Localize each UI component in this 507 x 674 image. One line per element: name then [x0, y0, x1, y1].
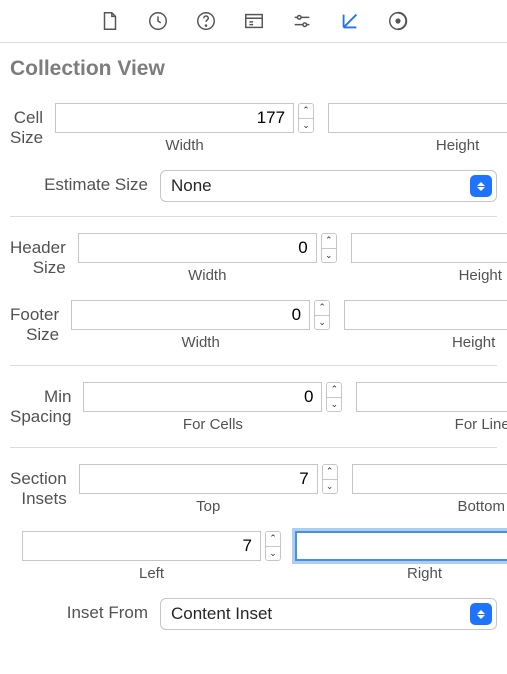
inspector-tabs	[0, 0, 507, 43]
header-width-input[interactable]	[78, 233, 317, 263]
estimate-size-label: Estimate Size	[10, 170, 160, 195]
cell-width-field: ⌃⌄	[55, 103, 314, 133]
tab-connections-icon[interactable]	[385, 8, 411, 34]
estimate-size-popup[interactable]: None	[160, 170, 497, 202]
row-section-insets-lr: ⌃⌄ Left ⌃⌄ Right	[10, 515, 497, 582]
chevron-up-down-icon	[470, 603, 492, 625]
min-spacing-label: Min Spacing	[10, 382, 83, 427]
cell-width-stepper[interactable]: ⌃⌄	[298, 103, 314, 133]
inset-left-input[interactable]	[22, 531, 261, 561]
cell-size-label: Cell Size	[10, 103, 55, 148]
tab-identity-icon[interactable]	[241, 8, 267, 34]
inset-bottom-sublabel: Bottom	[457, 498, 505, 515]
header-height-sublabel: Height	[459, 267, 502, 284]
header-width-sublabel: Width	[188, 267, 226, 284]
inset-top-sublabel: Top	[196, 498, 220, 515]
inset-right-sublabel: Right	[407, 565, 442, 582]
inset-left-sublabel: Left	[139, 565, 164, 582]
min-spacing-cells-stepper[interactable]: ⌃⌄	[326, 382, 342, 412]
min-spacing-lines-input[interactable]	[356, 382, 507, 412]
footer-width-sublabel: Width	[181, 334, 219, 351]
row-estimate-size: Estimate Size None	[10, 154, 497, 202]
footer-height-input[interactable]	[344, 300, 507, 330]
section-title: Collection View	[0, 43, 507, 87]
tab-size-icon[interactable]	[337, 8, 363, 34]
header-height-input[interactable]	[351, 233, 507, 263]
cell-height-sublabel: Height	[436, 137, 479, 154]
inset-top-stepper[interactable]: ⌃⌄	[322, 464, 338, 494]
cell-height-input[interactable]	[328, 103, 507, 133]
min-spacing-cells-sublabel: For Cells	[183, 416, 243, 433]
tab-attributes-icon[interactable]	[289, 8, 315, 34]
cell-width-sublabel: Width	[165, 137, 203, 154]
row-cell-size: Cell Size ⌃⌄ Width ⌃⌄ Height	[10, 87, 497, 154]
collection-view-panel: Cell Size ⌃⌄ Width ⌃⌄ Height Estimate Si…	[0, 87, 507, 630]
min-spacing-cells-input[interactable]	[83, 382, 322, 412]
estimate-size-value: None	[161, 176, 470, 196]
row-inset-from: Inset From Content Inset	[10, 582, 497, 630]
min-spacing-lines-sublabel: For Lines	[455, 416, 507, 433]
cell-height-field: ⌃⌄	[328, 103, 507, 133]
inset-top-input[interactable]	[79, 464, 318, 494]
chevron-up-down-icon	[470, 175, 492, 197]
inset-from-popup[interactable]: Content Inset	[160, 598, 497, 630]
inset-bottom-input[interactable]	[352, 464, 507, 494]
row-section-insets-tb: Section Insets ⌃⌄ Top ⌃⌄ Bottom	[10, 447, 497, 515]
inset-left-stepper[interactable]: ⌃⌄	[265, 531, 281, 561]
footer-width-stepper[interactable]: ⌃⌄	[314, 300, 330, 330]
section-insets-label: Section Insets	[10, 464, 79, 509]
inset-right-input[interactable]	[295, 531, 507, 561]
row-header-size: Header Size ⌃⌄ Width ⌃⌄ Height	[10, 216, 497, 284]
tab-history-icon[interactable]	[145, 8, 171, 34]
cell-width-input[interactable]	[55, 103, 294, 133]
header-width-stepper[interactable]: ⌃⌄	[321, 233, 337, 263]
row-min-spacing: Min Spacing ⌃⌄ For Cells ⌃⌄ For Lines	[10, 365, 497, 433]
tab-file-icon[interactable]	[97, 8, 123, 34]
inset-from-value: Content Inset	[161, 604, 470, 624]
footer-width-input[interactable]	[71, 300, 310, 330]
footer-height-sublabel: Height	[452, 334, 495, 351]
header-size-label: Header Size	[10, 233, 78, 278]
tab-help-icon[interactable]	[193, 8, 219, 34]
row-footer-size: Footer Size ⌃⌄ Width ⌃⌄ Height	[10, 284, 497, 351]
footer-size-label: Footer Size	[10, 300, 71, 345]
inset-from-label: Inset From	[10, 598, 160, 623]
